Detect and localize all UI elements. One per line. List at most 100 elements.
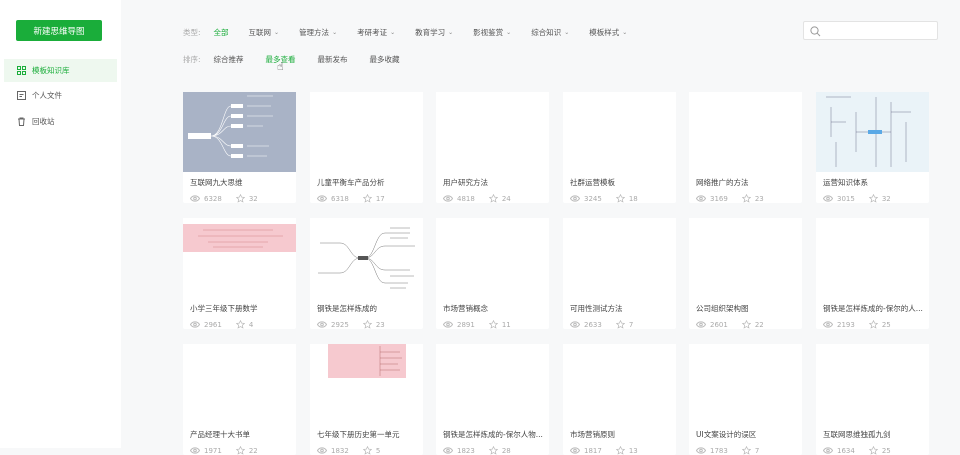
template-card[interactable]: 网络推广的方法 3169 23 (689, 92, 802, 203)
template-title[interactable]: 儿童平衡车产品分析 (310, 172, 418, 188)
file-icon (17, 91, 26, 100)
view-count: 3245 (584, 194, 602, 203)
template-card[interactable]: 小学三年级下册数学 2961 4 (183, 218, 296, 329)
star-icon[interactable] (362, 320, 372, 329)
new-mindmap-button[interactable]: 新建思维导图 (16, 20, 102, 41)
template-title[interactable]: 网络推广的方法 (689, 172, 797, 188)
type-education[interactable]: 教育学习 ⌄ (415, 27, 453, 38)
eye-icon (443, 321, 453, 328)
eye-icon (190, 195, 200, 202)
template-thumbnail[interactable] (563, 218, 676, 298)
sort-newest[interactable]: 最新发布 (318, 54, 348, 65)
template-card[interactable]: 公司组织架构图 2601 22 (689, 218, 802, 329)
sidebar: 新建思维导图 模板知识库 个人文件 回收站 (0, 0, 121, 448)
star-icon[interactable] (235, 320, 245, 329)
template-card[interactable]: 钢铁是怎样炼成的-保尔的人... 2193 25 (816, 218, 929, 329)
template-thumbnail[interactable] (563, 344, 676, 424)
template-title[interactable]: 可用性测试方法 (563, 298, 671, 314)
template-thumbnail[interactable] (689, 92, 802, 172)
template-thumbnail[interactable] (816, 344, 929, 424)
star-icon[interactable] (235, 194, 245, 203)
star-count: 25 (881, 320, 891, 329)
template-card[interactable]: 运营知识体系 3015 32 (816, 92, 929, 203)
template-thumbnail[interactable] (183, 92, 296, 172)
type-exam[interactable]: 考研考证 ⌄ (357, 27, 395, 38)
search-input[interactable] (803, 21, 938, 40)
star-icon[interactable] (741, 446, 751, 455)
template-title[interactable]: 七年级下册历史第一单元 (310, 424, 418, 440)
template-title[interactable]: 用户研究方法 (436, 172, 544, 188)
template-card[interactable]: 七年级下册历史第一单元 1832 5 (310, 344, 423, 455)
star-icon[interactable] (868, 446, 878, 455)
template-stats: 2601 22 (689, 314, 802, 329)
template-thumbnail[interactable] (816, 218, 929, 298)
type-label-text: 综合知识 (531, 28, 562, 37)
template-title[interactable]: 产品经理十大书单 (183, 424, 291, 440)
template-thumbnail[interactable] (816, 92, 929, 172)
template-title[interactable]: 互联网九大思维 (183, 172, 291, 188)
chevron-down-icon: ⌄ (390, 29, 396, 36)
sidebar-item-personal-files[interactable]: 个人文件 (4, 84, 117, 107)
template-card[interactable]: 互联网思维独孤九剑 1634 25 (816, 344, 929, 455)
type-film[interactable]: 影视鉴赏 ⌄ (473, 27, 511, 38)
template-card[interactable]: 可用性测试方法 2633 7 (563, 218, 676, 329)
type-management[interactable]: 管理方法 ⌄ (299, 27, 337, 38)
template-thumbnail[interactable] (183, 218, 296, 298)
template-card[interactable]: 钢铁是怎样炼成的 2925 23 (310, 218, 423, 329)
star-icon[interactable] (488, 320, 498, 329)
template-title[interactable]: 社群运营模板 (563, 172, 671, 188)
sidebar-item-trash[interactable]: 回收站 (4, 110, 117, 133)
template-thumbnail[interactable] (310, 344, 423, 424)
star-icon[interactable] (362, 194, 372, 203)
star-icon[interactable] (488, 194, 498, 203)
template-card[interactable]: 互联网九大思维 6328 32 (183, 92, 296, 203)
template-thumbnail[interactable] (563, 92, 676, 172)
template-thumbnail[interactable] (436, 92, 549, 172)
template-title[interactable]: UI文案设计的误区 (689, 424, 797, 440)
template-thumbnail[interactable] (436, 344, 549, 424)
template-thumbnail[interactable] (310, 92, 423, 172)
type-internet[interactable]: 互联网 ⌄ (249, 27, 280, 38)
template-card[interactable]: 市场营销概念 2891 11 (436, 218, 549, 329)
template-stats: 3169 23 (689, 188, 802, 203)
template-thumbnail[interactable] (689, 218, 802, 298)
template-title[interactable]: 小学三年级下册数学 (183, 298, 291, 314)
template-card[interactable]: 产品经理十大书单 1971 22 (183, 344, 296, 455)
star-icon[interactable] (868, 194, 878, 203)
template-thumbnail[interactable] (183, 344, 296, 424)
template-title[interactable]: 钢铁是怎样炼成的-保尔的人... (816, 298, 924, 314)
star-icon[interactable] (741, 194, 751, 203)
template-card[interactable]: 钢铁是怎样炼成的-保尔人物... 1823 28 (436, 344, 549, 455)
type-style[interactable]: 模板样式 ⌄ (589, 27, 627, 38)
star-count: 23 (375, 320, 385, 329)
template-card[interactable]: 用户研究方法 4818 24 (436, 92, 549, 203)
star-icon[interactable] (235, 446, 245, 455)
template-title[interactable]: 市场营销原则 (563, 424, 671, 440)
sidebar-item-templates[interactable]: 模板知识库 (4, 59, 117, 82)
template-thumbnail[interactable] (436, 218, 549, 298)
template-card[interactable]: 市场营销原则 1817 13 (563, 344, 676, 455)
template-card[interactable]: UI文案设计的误区 1783 7 (689, 344, 802, 455)
template-title[interactable]: 公司组织架构图 (689, 298, 797, 314)
star-icon[interactable] (615, 446, 625, 455)
sort-recommended[interactable]: 综合推荐 (214, 54, 244, 65)
template-thumbnail[interactable] (310, 218, 423, 298)
star-icon[interactable] (488, 446, 498, 455)
type-all[interactable]: 全部 (214, 27, 229, 38)
template-title[interactable]: 运营知识体系 (816, 172, 924, 188)
type-general[interactable]: 综合知识 ⌄ (531, 27, 569, 38)
sort-most-starred[interactable]: 最多收藏 (370, 54, 400, 65)
template-card[interactable]: 社群运营模板 3245 18 (563, 92, 676, 203)
star-icon[interactable] (362, 446, 372, 455)
template-title[interactable]: 互联网思维独孤九剑 (816, 424, 924, 440)
template-card[interactable]: 儿童平衡车产品分析 6318 17 (310, 92, 423, 203)
star-icon[interactable] (741, 320, 751, 329)
eye-icon (190, 447, 200, 454)
star-icon[interactable] (615, 194, 625, 203)
star-icon[interactable] (615, 320, 625, 329)
template-title[interactable]: 钢铁是怎样炼成的 (310, 298, 418, 314)
template-title[interactable]: 市场营销概念 (436, 298, 544, 314)
template-thumbnail[interactable] (689, 344, 802, 424)
star-icon[interactable] (868, 320, 878, 329)
template-title[interactable]: 钢铁是怎样炼成的-保尔人物... (436, 424, 544, 440)
